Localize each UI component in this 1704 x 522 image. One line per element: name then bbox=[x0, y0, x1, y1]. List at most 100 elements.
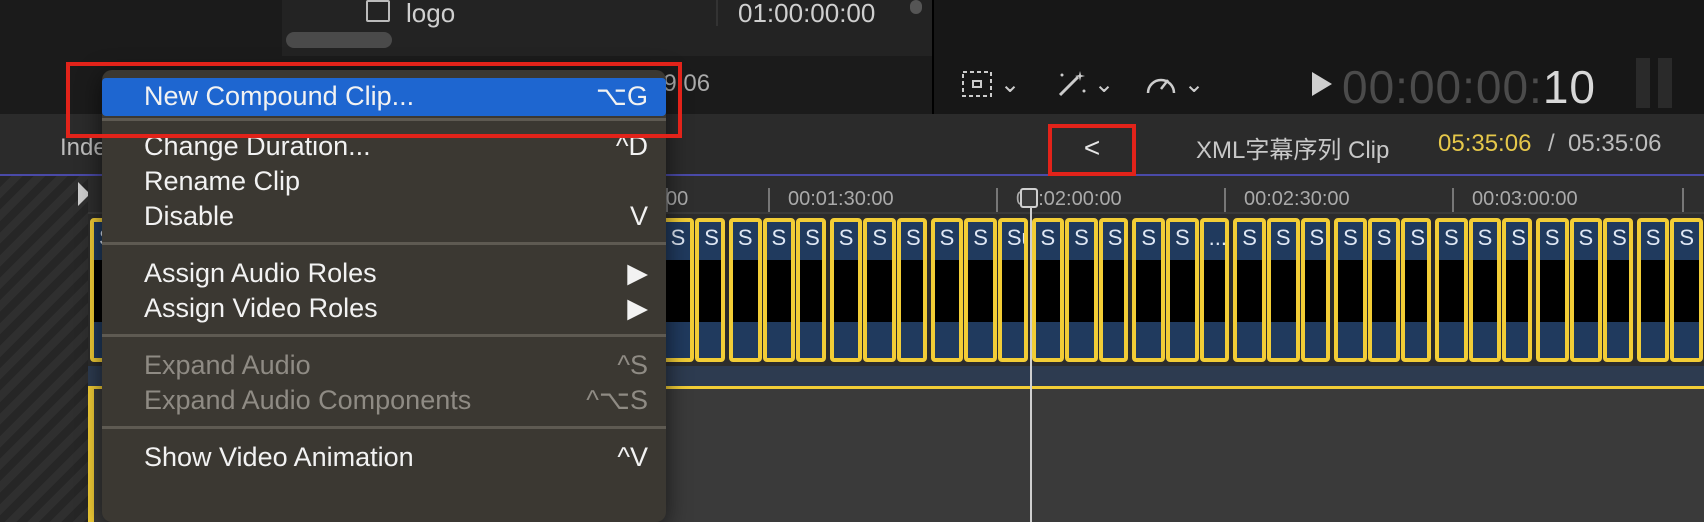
ruler-tick-label: 00:01:30:00 bbox=[788, 188, 894, 210]
clip-thumbnail bbox=[1573, 260, 1599, 322]
clip-footer bbox=[1472, 322, 1498, 358]
clip-footer bbox=[867, 322, 892, 358]
menu-item-show-video-animation[interactable]: Show Video Animation ^V bbox=[102, 439, 666, 477]
timeline-clip-title: XML字幕序列 Clip bbox=[1196, 137, 1390, 164]
timeline-clip[interactable]: S bbox=[1401, 218, 1431, 362]
clip-footer bbox=[1170, 322, 1195, 358]
timeline-clip[interactable]: S bbox=[1435, 218, 1468, 362]
clip-title: S bbox=[766, 222, 792, 260]
clip-title: S bbox=[699, 222, 721, 260]
clip-title: S bbox=[1035, 222, 1061, 260]
menu-item-label: Expand Audio Components bbox=[144, 385, 472, 415]
clip-thumbnail bbox=[766, 260, 792, 322]
clip-footer bbox=[1102, 322, 1125, 358]
clip-footer bbox=[732, 322, 758, 358]
clip-footer bbox=[800, 322, 822, 358]
chevron-down-icon: ⌄ bbox=[1184, 70, 1205, 98]
timeline-clip[interactable]: S bbox=[1300, 218, 1331, 362]
menu-item-disable[interactable]: Disable V bbox=[102, 198, 666, 236]
clip-thumbnail bbox=[1203, 260, 1226, 322]
playhead-handle[interactable] bbox=[1020, 188, 1038, 208]
clip-thumbnail bbox=[833, 260, 859, 322]
transform-menu-button[interactable]: ⌄ bbox=[960, 64, 1020, 104]
timeline-clip[interactable]: S bbox=[1670, 218, 1703, 362]
clip-thumbnail bbox=[1102, 260, 1125, 322]
clip-thumbnail bbox=[665, 260, 691, 322]
timeline-clip[interactable]: S bbox=[762, 218, 796, 362]
clip-thumbnail bbox=[1136, 260, 1161, 322]
timeline-clip[interactable]: S bbox=[661, 218, 695, 362]
clip-thumbnail bbox=[1338, 260, 1363, 322]
image-icon bbox=[366, 0, 390, 22]
clip-thumbnail bbox=[1539, 260, 1565, 322]
speedometer-icon bbox=[1146, 78, 1176, 94]
clip-thumbnail bbox=[699, 260, 721, 322]
timeline-clip[interactable]: S bbox=[1367, 218, 1401, 362]
clip-title: S bbox=[1371, 222, 1397, 260]
enhance-menu-button[interactable]: ⌄ bbox=[1054, 64, 1114, 104]
horizontal-scrollbar[interactable] bbox=[286, 32, 392, 48]
clip-footer bbox=[1136, 322, 1161, 358]
timeline-clip[interactable]: S bbox=[1233, 218, 1266, 362]
clip-thumbnail bbox=[1506, 260, 1528, 322]
timeline-clip[interactable]: S bbox=[1065, 218, 1098, 362]
annotation-box-back bbox=[1048, 124, 1136, 176]
clip-footer bbox=[699, 322, 721, 358]
menu-item-label: Assign Audio Roles bbox=[144, 258, 377, 288]
menu-separator bbox=[102, 242, 666, 245]
timeline-clip[interactable]: S bbox=[1569, 218, 1603, 362]
clip-title: S bbox=[1640, 222, 1666, 260]
timeline-clip[interactable]: S bbox=[1031, 218, 1065, 362]
menu-item-assign-audio-roles[interactable]: Assign Audio Roles ▶ bbox=[102, 255, 666, 293]
browser-row-name[interactable]: logo bbox=[406, 0, 455, 29]
clip-thumbnail bbox=[968, 260, 993, 322]
timeline-clip[interactable]: S bbox=[1468, 218, 1502, 362]
menu-separator bbox=[102, 426, 666, 429]
speed-menu-button[interactable]: ⌄ bbox=[1144, 64, 1204, 104]
timeline-clip[interactable]: S bbox=[796, 218, 826, 362]
clip-title: S bbox=[732, 222, 758, 260]
clip-thumbnail bbox=[1304, 260, 1327, 322]
timeline-clip[interactable]: S bbox=[1535, 218, 1569, 362]
timeline-clip[interactable]: S bbox=[1132, 218, 1165, 362]
timeline-clip[interactable]: S bbox=[897, 218, 927, 362]
clip-title: S bbox=[1472, 222, 1498, 260]
menu-item-rename-clip[interactable]: Rename Clip bbox=[102, 163, 666, 201]
clip-title: ... bbox=[1203, 222, 1225, 260]
menu-item-label: Assign Video Roles bbox=[144, 293, 378, 323]
timeline-clip[interactable]: S bbox=[1502, 218, 1532, 362]
clip-footer bbox=[1607, 322, 1629, 358]
menu-item-label: Rename Clip bbox=[144, 166, 301, 196]
timeline-clip[interactable]: S bbox=[1334, 218, 1367, 362]
ruler-tick bbox=[1224, 188, 1226, 212]
clip-title: S bbox=[1674, 222, 1699, 260]
timeline-clip[interactable]: S bbox=[964, 218, 997, 362]
timeline-clip[interactable]: S bbox=[1603, 218, 1633, 362]
menu-separator bbox=[102, 334, 666, 337]
timeline-clip[interactable]: ... bbox=[1199, 218, 1230, 362]
timeline-clip[interactable]: S bbox=[1266, 218, 1300, 362]
timeline-clip[interactable]: S bbox=[1098, 218, 1129, 362]
clip-thumbnail bbox=[1640, 260, 1666, 322]
playhead[interactable] bbox=[1030, 196, 1032, 522]
clip-title: S bbox=[1304, 222, 1327, 260]
timeline-clip[interactable]: S bbox=[829, 218, 863, 362]
clip-title: S bbox=[1237, 222, 1262, 260]
menu-item-assign-video-roles[interactable]: Assign Video Roles ▶ bbox=[102, 290, 666, 328]
vertical-scrollbar[interactable] bbox=[910, 0, 922, 14]
timeline-clip[interactable]: S bbox=[863, 218, 896, 362]
timeline-clip[interactable]: S bbox=[695, 218, 725, 362]
timeline-clip[interactable]: S bbox=[1166, 218, 1199, 362]
menu-item-expand-audio: Expand Audio ^S bbox=[102, 347, 666, 385]
timeline-clip[interactable]: S bbox=[728, 218, 762, 362]
timeline-clip[interactable]: Su bbox=[997, 218, 1028, 362]
clip-thumbnail bbox=[1170, 260, 1195, 322]
timeline-clip[interactable]: S bbox=[930, 218, 964, 362]
play-icon[interactable] bbox=[1312, 72, 1332, 96]
timeline-clip[interactable]: S bbox=[1636, 218, 1670, 362]
clip-footer bbox=[1506, 322, 1528, 358]
clip-footer bbox=[1573, 322, 1599, 358]
clip-footer bbox=[1674, 322, 1699, 358]
menu-item-label: Expand Audio bbox=[144, 350, 311, 380]
clip-footer bbox=[901, 322, 923, 358]
